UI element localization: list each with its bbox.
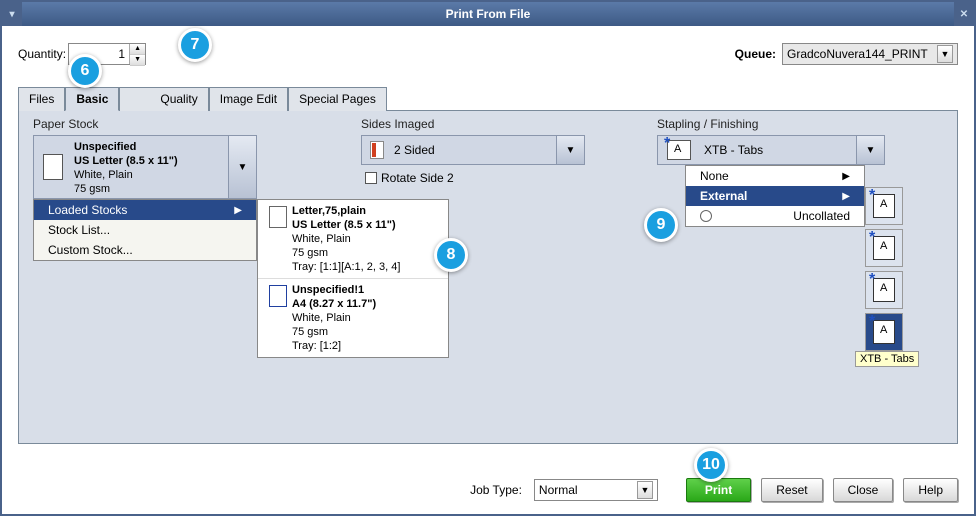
- sides-imaged-select[interactable]: 2 Sided ▼: [361, 135, 585, 165]
- stapling-value: XTB - Tabs: [700, 143, 856, 157]
- job-type-value: Normal: [539, 483, 578, 497]
- tabs: Files Basic Quality Image Edit Special P…: [18, 86, 958, 110]
- tab-quality[interactable]: Quality: [119, 87, 208, 111]
- chevron-down-icon: ▼: [637, 481, 653, 499]
- menu-custom-stock[interactable]: Custom Stock...: [34, 240, 256, 260]
- stapling-uncollated[interactable]: Uncollated: [686, 206, 864, 226]
- queue-value: GradcoNuvera144_PRINT: [787, 47, 928, 61]
- titlebar: ▾ Print From File ✕: [2, 2, 974, 26]
- stapling-finishing-label: Stapling / Finishing: [657, 117, 758, 131]
- chevron-down-icon: ▼: [228, 136, 256, 198]
- stock-option-letter[interactable]: Letter,75,plain US Letter (8.5 x 11") Wh…: [258, 200, 448, 279]
- menu-stock-list[interactable]: Stock List...: [34, 220, 256, 240]
- titlebar-close-button[interactable]: ✕: [954, 2, 974, 26]
- stapling-external[interactable]: External▶: [686, 186, 864, 206]
- paper-icon: [264, 283, 292, 353]
- job-type-label: Job Type:: [470, 483, 522, 497]
- print-button[interactable]: Print: [686, 478, 751, 502]
- loaded-stocks-submenu: Letter,75,plain US Letter (8.5 x 11") Wh…: [257, 199, 449, 358]
- menu-loaded-stocks[interactable]: Loaded Stocks▶: [34, 200, 256, 220]
- chevron-down-icon: ▼: [556, 136, 584, 164]
- tab-files[interactable]: Files: [18, 87, 65, 111]
- rotate-side2-label: Rotate Side 2: [381, 171, 454, 185]
- callout-6: 6: [68, 54, 102, 88]
- finishing-thumb-4[interactable]: A: [865, 313, 903, 351]
- paper-stock-select[interactable]: Unspecified US Letter (8.5 x 11") White,…: [33, 135, 257, 199]
- queue-label: Queue:: [735, 47, 776, 61]
- paper-icon: [264, 204, 292, 274]
- reset-button[interactable]: Reset: [761, 478, 822, 502]
- titlebar-left-button[interactable]: ▾: [2, 2, 22, 26]
- callout-10: 10: [694, 448, 728, 482]
- sides-imaged-value: 2 Sided: [392, 143, 556, 157]
- print-from-file-window: ▾ Print From File ✕ Quantity: ▲▼ Queue: …: [0, 0, 976, 516]
- callout-9: 9: [644, 208, 678, 242]
- chevron-down-icon: ▼: [856, 136, 884, 164]
- finishing-thumbs: A A A A: [865, 187, 909, 355]
- sides-imaged-label: Sides Imaged: [361, 117, 434, 131]
- tab-special-pages[interactable]: Special Pages: [288, 87, 387, 111]
- chevron-down-icon: ▼: [937, 45, 953, 63]
- finishing-thumb-3[interactable]: A: [865, 271, 903, 309]
- window-title: Print From File: [446, 7, 531, 21]
- stapling-menu: None▶ External▶ Uncollated: [685, 165, 865, 227]
- close-button[interactable]: Close: [833, 478, 894, 502]
- bottom-bar: Job Type: Normal ▼ Print Reset Close Hel…: [18, 478, 958, 502]
- paper-stock-menu: Loaded Stocks▶ Stock List... Custom Stoc…: [33, 199, 257, 261]
- help-button[interactable]: Help: [903, 478, 958, 502]
- paper-icon: [34, 136, 72, 198]
- stapling-select[interactable]: A XTB - Tabs ▼: [657, 135, 885, 165]
- finishing-icon: A: [667, 140, 691, 160]
- rotate-side2-row: Rotate Side 2: [365, 171, 454, 185]
- paper-stock-current: Unspecified US Letter (8.5 x 11") White,…: [72, 136, 228, 198]
- queue-select[interactable]: GradcoNuvera144_PRINT ▼: [782, 43, 958, 65]
- tab-image-edit[interactable]: Image Edit: [209, 87, 288, 111]
- tab-basic[interactable]: Basic: [65, 87, 119, 111]
- paper-stock-label: Paper Stock: [33, 117, 98, 131]
- callout-7: 7: [178, 28, 212, 62]
- basic-panel: Paper Stock Unspecified US Letter (8.5 x…: [18, 110, 958, 444]
- finishing-thumb-2[interactable]: A: [865, 229, 903, 267]
- two-sided-icon: [362, 136, 392, 164]
- callout-8: 8: [434, 238, 468, 272]
- rotate-side2-checkbox[interactable]: [365, 172, 377, 184]
- finishing-tooltip: XTB - Tabs: [855, 351, 919, 367]
- stapling-none[interactable]: None▶: [686, 166, 864, 186]
- quantity-spinner[interactable]: ▲▼: [129, 44, 145, 64]
- job-type-select[interactable]: Normal ▼: [534, 479, 658, 501]
- finishing-thumb-1[interactable]: A: [865, 187, 903, 225]
- quantity-label: Quantity:: [18, 47, 66, 61]
- stock-option-a4[interactable]: Unspecified!1 A4 (8.27 x 11.7") White, P…: [258, 279, 448, 357]
